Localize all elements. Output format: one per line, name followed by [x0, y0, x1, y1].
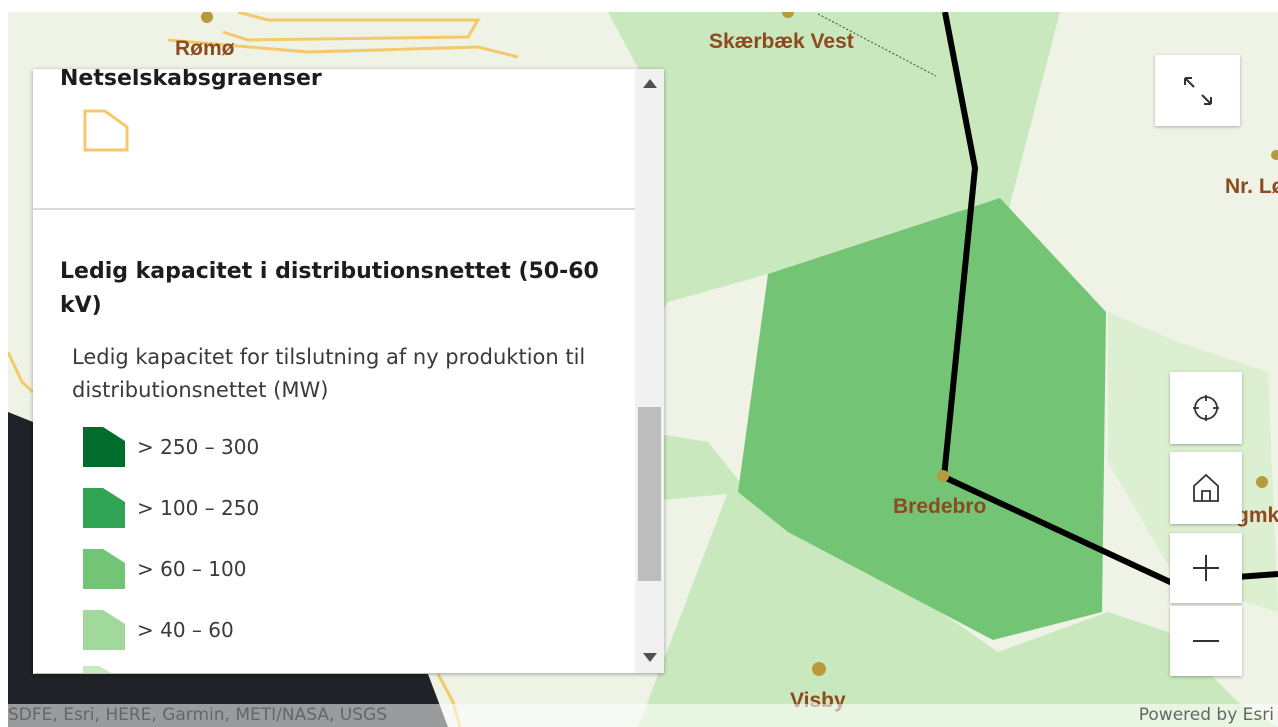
legend-label: > 40 – 60 — [137, 618, 234, 642]
legend-label: > 100 – 250 — [137, 496, 260, 520]
powered-by-esri[interactable]: Powered by Esri — [1139, 704, 1274, 727]
minus-icon — [1193, 640, 1219, 642]
home-button[interactable] — [1170, 452, 1242, 524]
place-label-gmkl: gmkl — [1236, 504, 1278, 527]
legend-item: > 250 – 300 — [83, 425, 259, 469]
zoom-out-button[interactable] — [1170, 606, 1242, 676]
scroll-up-button[interactable] — [635, 69, 664, 99]
scroll-thumb[interactable] — [638, 407, 661, 581]
scroll-down-button[interactable] — [635, 643, 664, 673]
caret-down-icon — [642, 653, 657, 662]
attribution-sources[interactable]: SDFE, Esri, HERE, Garmin, METI/NASA, USG… — [8, 704, 387, 727]
place-label-romo: Rømø — [175, 37, 235, 60]
legend-scrollbar[interactable] — [635, 69, 664, 673]
legend-swatch-partial — [83, 666, 112, 673]
legend-content: Netselskabsgraenser Ledig kapacitet i di… — [33, 69, 635, 673]
place-dot-gmkl — [1256, 476, 1268, 488]
locate-icon — [1193, 395, 1219, 421]
layer-description: Ledig kapacitet for tilslutning af ny pr… — [72, 345, 586, 402]
fullscreen-button[interactable] — [1155, 55, 1240, 126]
place-label-nr-lo: Nr. Lø — [1225, 175, 1278, 198]
place-dot-bredebro — [937, 470, 949, 482]
place-dot-visby — [812, 662, 826, 676]
plus-icon — [1193, 555, 1219, 581]
caret-up-icon — [642, 79, 657, 88]
place-label-bredebro: Bredebro — [893, 495, 987, 518]
zoom-in-button[interactable] — [1170, 533, 1242, 603]
legend-label: > 60 – 100 — [137, 557, 247, 581]
locate-button[interactable] — [1170, 372, 1242, 444]
legend-swatch-100-250 — [83, 488, 125, 528]
legend-swatch-250-300 — [83, 427, 125, 467]
home-icon — [1193, 473, 1219, 502]
layer-title-netselskabsgraenser: Netselskabsgraenser — [60, 69, 322, 91]
legend-divider — [33, 208, 635, 210]
legend-swatch-40-60 — [83, 610, 125, 650]
legend-label: > 250 – 300 — [137, 435, 260, 459]
layer-title-ledig-kapacitet: Ledig kapacitet i distributionsnettet (5… — [60, 259, 599, 318]
legend-item: > 60 – 100 — [83, 547, 246, 591]
legend-item: > 100 – 250 — [83, 486, 259, 530]
place-label-skaerbaek-vest: Skærbæk Vest — [709, 30, 854, 53]
expand-icon — [1183, 76, 1212, 105]
map-attribution: SDFE, Esri, HERE, Garmin, METI/NASA, USG… — [8, 704, 1278, 727]
polygon-outline-swatch — [83, 109, 129, 152]
legend-item: > 40 – 60 — [83, 608, 234, 652]
legend-swatch-60-100 — [83, 549, 125, 589]
legend-panel[interactable]: Netselskabsgraenser Ledig kapacitet i di… — [33, 69, 664, 673]
